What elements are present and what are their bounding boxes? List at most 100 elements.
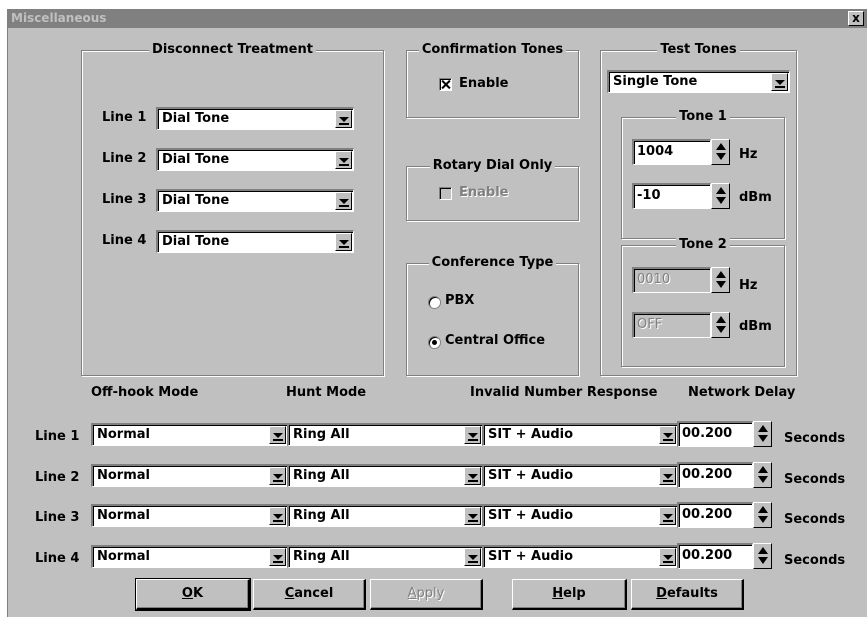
spin-arrows-icon[interactable] <box>711 139 730 165</box>
chevron-down-icon[interactable] <box>335 110 352 128</box>
tone1-freq-value[interactable]: 1004 <box>637 144 673 159</box>
window-title: Miscellaneous <box>11 11 107 25</box>
title-bar[interactable]: Miscellaneous x <box>8 9 867 28</box>
ok-label: K <box>192 586 204 601</box>
row3-invalid-value: SIT + Audio <box>488 508 574 523</box>
row4-label: Line 4 <box>35 551 80 566</box>
chevron-down-icon[interactable] <box>659 426 676 444</box>
rotary-enable-label: Enable <box>459 185 509 200</box>
disconnect-line3-label: Line 3 <box>102 192 147 207</box>
tone1-title: Tone 1 <box>676 109 730 124</box>
row4-hunt-select[interactable]: Ring All <box>287 545 483 568</box>
chevron-down-icon[interactable] <box>464 548 481 566</box>
tone2-level-spinner[interactable]: OFF <box>632 312 732 338</box>
cancel-accel: C <box>284 586 295 601</box>
row2-invalid-select[interactable]: SIT + Audio <box>482 464 678 487</box>
row1-offhook-value: Normal <box>97 427 150 442</box>
disconnect-line1-value: Dial Tone <box>162 111 230 126</box>
confirmation-enable-checkbox[interactable] <box>439 78 452 91</box>
disconnect-line2-value: Dial Tone <box>162 152 230 167</box>
tone2-level-value[interactable]: OFF <box>637 317 662 332</box>
tone1-level-spinner[interactable]: -10 <box>632 183 732 209</box>
tone2-freq-spinner[interactable]: 0010 <box>632 267 732 293</box>
chevron-down-icon[interactable] <box>269 507 286 525</box>
row3-delay-spinner[interactable]: 00.200 <box>677 502 773 528</box>
row4-hunt-value: Ring All <box>293 549 350 564</box>
chevron-down-icon[interactable] <box>659 467 676 485</box>
tone2-freq-value[interactable]: 0010 <box>637 272 670 287</box>
chevron-down-icon[interactable] <box>464 426 481 444</box>
invalid-number-response-header: Invalid Number Response <box>470 385 658 400</box>
ok-button[interactable]: OK <box>135 578 251 611</box>
row3-label: Line 3 <box>35 510 80 525</box>
defaults-label: efaults <box>666 586 718 601</box>
disconnect-line4-value: Dial Tone <box>162 234 230 249</box>
row2-offhook-select[interactable]: Normal <box>91 464 288 487</box>
row1-hunt-select[interactable]: Ring All <box>287 423 483 446</box>
apply-button[interactable]: Apply <box>370 579 483 610</box>
chevron-down-icon[interactable] <box>335 151 352 169</box>
row1-label: Line 1 <box>35 429 80 444</box>
chevron-down-icon[interactable] <box>659 548 676 566</box>
chevron-down-icon[interactable] <box>269 426 286 444</box>
help-button[interactable]: Help <box>512 579 627 610</box>
row1-delay-spinner[interactable]: 00.200 <box>677 421 773 447</box>
conference-type-title: Conference Type <box>428 255 557 270</box>
row4-delay-unit: Seconds <box>784 553 846 568</box>
defaults-accel: D <box>656 586 667 601</box>
row2-offhook-value: Normal <box>97 468 150 483</box>
defaults-button[interactable]: Defaults <box>631 579 744 610</box>
disconnect-line4-label: Line 4 <box>102 233 147 248</box>
chevron-down-icon[interactable] <box>659 507 676 525</box>
disconnect-line4-select[interactable]: Dial Tone <box>156 230 354 253</box>
row1-delay-value[interactable]: 00.200 <box>682 426 732 441</box>
chevron-down-icon[interactable] <box>335 233 352 251</box>
row1-offhook-select[interactable]: Normal <box>91 423 288 446</box>
row3-offhook-select[interactable]: Normal <box>91 504 288 527</box>
row4-delay-spinner[interactable]: 00.200 <box>677 543 773 569</box>
row4-delay-value[interactable]: 00.200 <box>682 548 732 563</box>
disconnect-line2-select[interactable]: Dial Tone <box>156 148 354 171</box>
row1-invalid-select[interactable]: SIT + Audio <box>482 423 678 446</box>
row3-delay-value[interactable]: 00.200 <box>682 507 732 522</box>
row3-hunt-select[interactable]: Ring All <box>287 504 483 527</box>
close-button[interactable]: x <box>848 11 864 26</box>
tone1-level-value[interactable]: -10 <box>637 188 661 203</box>
chevron-down-icon[interactable] <box>464 507 481 525</box>
disconnect-line3-select[interactable]: Dial Tone <box>156 189 354 212</box>
chevron-down-icon[interactable] <box>464 467 481 485</box>
spin-arrows-icon[interactable] <box>711 312 730 338</box>
row4-invalid-value: SIT + Audio <box>488 549 574 564</box>
spin-arrows-icon[interactable] <box>753 421 772 447</box>
spin-arrows-icon[interactable] <box>753 502 772 528</box>
network-delay-header: Network Delay <box>688 385 796 400</box>
row1-invalid-value: SIT + Audio <box>488 427 574 442</box>
tone1-freq-spinner[interactable]: 1004 <box>632 139 732 165</box>
conference-pbx-label: PBX <box>445 293 475 308</box>
rotary-enable-checkbox[interactable] <box>439 187 452 200</box>
disconnect-line1-select[interactable]: Dial Tone <box>156 107 354 130</box>
chevron-down-icon[interactable] <box>269 467 286 485</box>
test-tones-mode-select[interactable]: Single Tone <box>607 70 790 93</box>
hunt-mode-header: Hunt Mode <box>286 385 367 400</box>
row2-hunt-select[interactable]: Ring All <box>287 464 483 487</box>
spin-arrows-icon[interactable] <box>711 183 730 209</box>
row4-invalid-select[interactable]: SIT + Audio <box>482 545 678 568</box>
row3-invalid-select[interactable]: SIT + Audio <box>482 504 678 527</box>
spin-arrows-icon[interactable] <box>753 543 772 569</box>
test-tones-title: Test Tones <box>657 42 740 57</box>
spin-arrows-icon[interactable] <box>753 462 772 488</box>
chevron-down-icon[interactable] <box>269 548 286 566</box>
row2-delay-spinner[interactable]: 00.200 <box>677 462 773 488</box>
chevron-down-icon[interactable] <box>771 73 788 91</box>
cancel-button[interactable]: Cancel <box>253 579 366 610</box>
row4-offhook-select[interactable]: Normal <box>91 545 288 568</box>
conference-pbx-radio[interactable] <box>428 296 441 309</box>
row2-delay-value[interactable]: 00.200 <box>682 467 732 482</box>
disconnect-treatment-title: Disconnect Treatment <box>149 42 316 57</box>
row4-offhook-value: Normal <box>97 549 150 564</box>
spin-arrows-icon[interactable] <box>711 267 730 293</box>
row3-offhook-value: Normal <box>97 508 150 523</box>
chevron-down-icon[interactable] <box>335 192 352 210</box>
conference-central-office-radio[interactable] <box>428 336 441 349</box>
